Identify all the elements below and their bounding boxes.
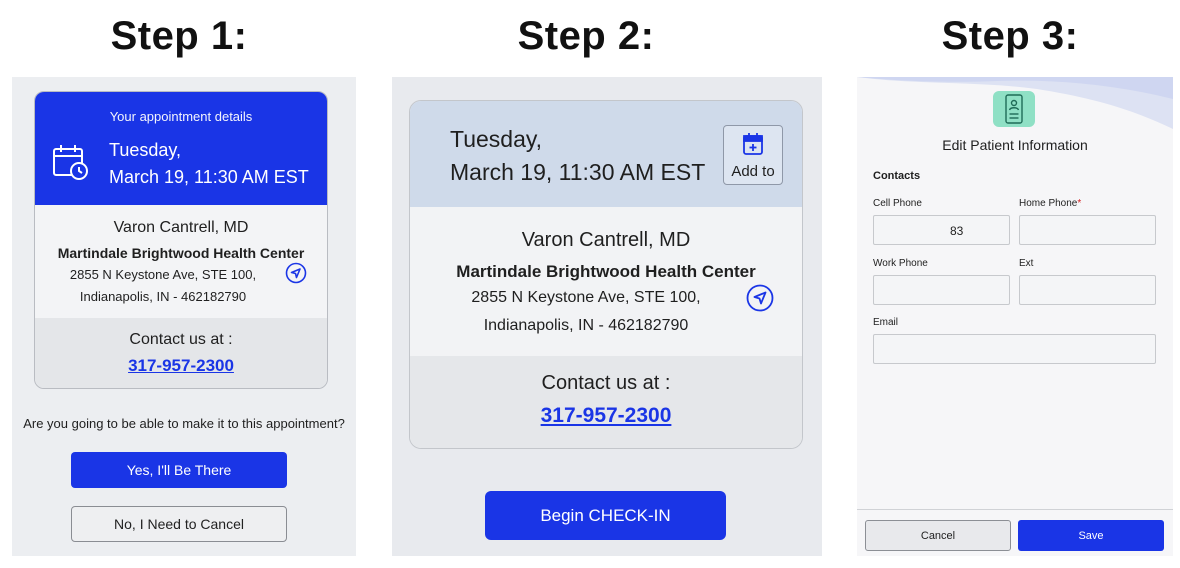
navigation-arrow-icon[interactable] — [285, 262, 307, 289]
provider-info: Varon Cantrell, MD Martindale Brightwood… — [410, 207, 802, 356]
contact-label: Contact us at : — [541, 372, 671, 394]
appointment-card: Your appointment details Tuesday, March … — [34, 91, 328, 389]
address-line-2: Indianapolis, IN - 462182790 — [79, 289, 247, 304]
save-button[interactable]: Save — [1018, 520, 1164, 551]
appointment-header: Tuesday, March 19, 11:30 AM EST Add to — [410, 101, 802, 207]
attendance-question: Are you going to be able to make it to t… — [23, 416, 345, 431]
ext-field[interactable] — [1019, 275, 1156, 305]
home-phone-label-text: Home Phone — [1019, 198, 1078, 209]
contacts-section-heading: Contacts — [873, 170, 921, 182]
address-line-2: Indianapolis, IN - 462182790 — [483, 317, 689, 334]
step-2-title: Step 2: — [517, 14, 655, 58]
footer-divider — [857, 509, 1173, 510]
home-phone-label: Home Phone* — [1019, 198, 1081, 209]
home-phone-field[interactable] — [1019, 215, 1156, 245]
add-to-label: Add to — [731, 163, 775, 180]
cancel-button[interactable]: Cancel — [865, 520, 1011, 551]
ext-label: Ext — [1019, 258, 1034, 269]
address-line-1: 2855 N Keystone Ave, STE 100, — [69, 267, 257, 282]
doctor-name: Varon Cantrell, MD — [521, 229, 691, 251]
add-to-calendar-button[interactable]: Add to — [723, 125, 783, 185]
work-phone-label: Work Phone — [873, 258, 928, 269]
appointment-day: Tuesday, — [450, 126, 543, 152]
cell-phone-label: Cell Phone — [873, 198, 922, 209]
phone-link[interactable]: 317-957-2300 — [410, 404, 802, 428]
address-line-1: 2855 N Keystone Ave, STE 100, — [471, 289, 701, 306]
cell-phone-field[interactable]: 83 — [873, 215, 1010, 245]
step-1-screen: Your appointment details Tuesday, March … — [12, 77, 356, 556]
step-3-title: Step 3: — [941, 14, 1079, 58]
contact-label: Contact us at : — [129, 331, 233, 348]
email-field[interactable] — [873, 334, 1156, 364]
provider-info: Varon Cantrell, MD Martindale Brightwood… — [35, 205, 327, 318]
center-name: Martindale Brightwood Health Center — [456, 262, 756, 281]
step-1-title: Step 1: — [110, 14, 248, 58]
cancel-appointment-button[interactable]: No, I Need to Cancel — [71, 506, 287, 542]
contact-section: Contact us at : 317-957-2300 — [35, 318, 327, 388]
appointment-datetime: March 19, 11:30 AM EST — [450, 159, 706, 185]
doctor-name: Varon Cantrell, MD — [113, 219, 249, 236]
appointment-header: Your appointment details Tuesday, March … — [35, 92, 327, 205]
cell-phone-value: 83 — [950, 224, 964, 238]
page-title: Edit Patient Information — [942, 137, 1088, 153]
appointment-card: Tuesday, March 19, 11:30 AM EST Add to V… — [409, 100, 803, 449]
work-phone-field[interactable] — [873, 275, 1010, 305]
step-2-screen: Tuesday, March 19, 11:30 AM EST Add to V… — [392, 77, 822, 556]
begin-checkin-button[interactable]: Begin CHECK-IN — [485, 491, 726, 540]
email-label: Email — [873, 317, 899, 328]
appointment-caption: Your appointment details — [109, 109, 253, 124]
contact-section: Contact us at : 317-957-2300 — [410, 356, 802, 448]
step-3-screen: Edit Patient Information Contacts Cell P… — [857, 77, 1173, 556]
appointment-datetime: March 19, 11:30 AM EST — [109, 167, 309, 187]
patient-card-icon — [993, 91, 1035, 127]
confirm-button[interactable]: Yes, I'll Be There — [71, 452, 287, 488]
navigation-arrow-icon[interactable] — [746, 284, 774, 317]
calendar-clock-icon — [51, 142, 91, 187]
phone-link[interactable]: 317-957-2300 — [35, 356, 327, 376]
appointment-day: Tuesday, — [109, 140, 182, 160]
required-asterisk: * — [1077, 198, 1082, 209]
calendar-add-icon — [742, 132, 764, 161]
center-name: Martindale Brightwood Health Center — [57, 245, 305, 261]
